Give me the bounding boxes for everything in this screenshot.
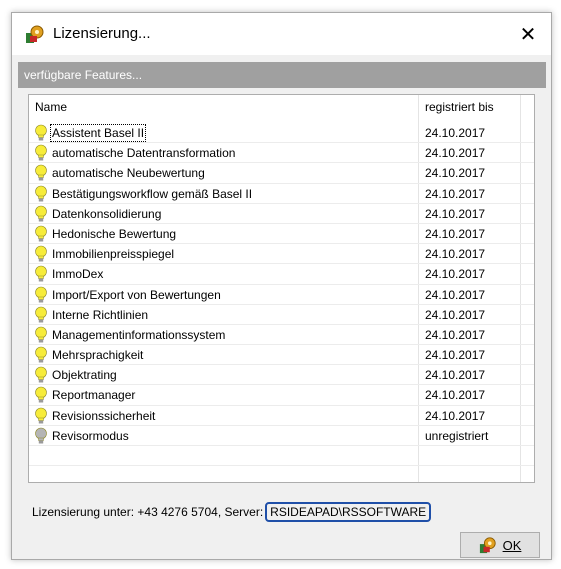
feature-name: automatische Datentransformation bbox=[52, 146, 236, 161]
lightbulb-icon bbox=[35, 407, 47, 424]
registered-until: 24.10.2017 bbox=[425, 307, 486, 322]
license-dialog: Lizensierung... ✕ verfügbare Features...… bbox=[11, 12, 552, 560]
lightbulb-icon bbox=[35, 225, 47, 242]
feature-name: automatische Neubewertung bbox=[52, 166, 205, 181]
feature-row[interactable]: automatische Datentransformation 24.10.20… bbox=[29, 143, 534, 164]
feature-row[interactable]: Reportmanager 24.10.2017 bbox=[29, 385, 534, 406]
feature-name: Managementinformationssystem bbox=[52, 327, 226, 342]
feature-name: Assistent Basel II bbox=[49, 124, 147, 142]
feature-name: Objektrating bbox=[52, 368, 117, 383]
feature-name: Hedonische Bewertung bbox=[52, 226, 177, 241]
lightbulb-icon bbox=[35, 387, 47, 403]
registered-until: 24.10.2017 bbox=[425, 348, 486, 363]
empty-row bbox=[29, 446, 534, 467]
license-contact-label: Lizensierung unter: +43 4276 5704, Serve… bbox=[32, 505, 264, 519]
registered-until: 24.10.2017 bbox=[425, 166, 486, 181]
registered-until: 24.10.2017 bbox=[425, 126, 486, 140]
feature-name: Revisormodus bbox=[52, 428, 129, 443]
lightbulb-icon bbox=[35, 165, 47, 181]
license-info: Lizensierung unter: +43 4276 5704, Serve… bbox=[32, 502, 432, 522]
feature-name: ImmoDex bbox=[52, 267, 104, 282]
registered-until: 24.10.2017 bbox=[425, 226, 486, 241]
feature-row[interactable]: Revisionssicherheit 24.10.2017 bbox=[29, 406, 534, 426]
lightbulb-icon bbox=[35, 124, 47, 141]
feature-row[interactable]: Datenkonsolidierung 24.10.2017 bbox=[29, 204, 534, 224]
feature-row[interactable]: Mehrsprachigkeit 24.10.2017 bbox=[29, 345, 534, 366]
gear-shield-icon bbox=[479, 537, 496, 554]
server-name: RSIDEAPAD\RSSOFTWARE bbox=[265, 502, 432, 522]
ok-button[interactable]: OK bbox=[460, 532, 540, 558]
title-bar[interactable]: Lizensierung... ✕ bbox=[12, 13, 551, 55]
feature-name: Bestätigungsworkflow gemäß Basel II bbox=[52, 186, 253, 201]
feature-row[interactable]: Revisormodus unregistriert bbox=[29, 426, 534, 446]
registered-until: 24.10.2017 bbox=[425, 146, 486, 161]
registered-until: 24.10.2017 bbox=[425, 327, 486, 342]
feature-row[interactable]: Managementinformationssystem 24.10.2017 bbox=[29, 325, 534, 346]
lightbulb-icon bbox=[35, 286, 47, 302]
feature-name: Mehrsprachigkeit bbox=[52, 348, 144, 363]
feature-name: Reportmanager bbox=[52, 388, 136, 403]
registered-until: 24.10.2017 bbox=[425, 408, 486, 423]
lightbulb-icon bbox=[35, 306, 47, 323]
feature-row[interactable]: Assistent Basel II 24.10.2017 bbox=[29, 123, 534, 144]
column-header-name[interactable]: Name bbox=[35, 100, 67, 114]
feature-name: Revisionssicherheit bbox=[52, 408, 156, 423]
feature-row[interactable]: Objektrating 24.10.2017 bbox=[29, 365, 534, 386]
feature-row[interactable]: automatische Neubewertung 24.10.2017 bbox=[29, 163, 534, 184]
lightbulb-icon bbox=[35, 427, 47, 444]
registered-until: 24.10.2017 bbox=[425, 206, 486, 221]
column-header-registered-until[interactable]: registriert bis bbox=[425, 100, 494, 114]
feature-name: Interne Richtlinien bbox=[52, 307, 149, 322]
lightbulb-icon bbox=[35, 144, 47, 161]
registered-until: 24.10.2017 bbox=[425, 287, 486, 302]
empty-row bbox=[29, 466, 534, 482]
lightbulb-icon bbox=[35, 366, 47, 383]
lightbulb-icon bbox=[35, 266, 47, 282]
registered-until: 24.10.2017 bbox=[425, 368, 486, 383]
feature-name: Import/Export von Bewertungen bbox=[52, 287, 221, 302]
feature-rows: Assistent Basel II 24.10.2017 automatische… bbox=[29, 123, 534, 482]
feature-row[interactable]: ImmoDex 24.10.2017 bbox=[29, 264, 534, 285]
feature-name: Datenkonsolidierung bbox=[52, 206, 162, 221]
feature-row[interactable]: Interne Richtlinien 24.10.2017 bbox=[29, 305, 534, 325]
lightbulb-icon bbox=[35, 326, 47, 343]
feature-row[interactable]: Hedonische Bewertung 24.10.2017 bbox=[29, 224, 534, 245]
gear-shield-icon bbox=[26, 25, 44, 43]
feature-row[interactable]: Bestätigungsworkflow gemäß Basel II 24.10… bbox=[29, 184, 534, 204]
registered-until: 24.10.2017 bbox=[425, 247, 486, 262]
feature-name: Immobilienpreisspiegel bbox=[52, 247, 175, 262]
features-banner: verfügbare Features... bbox=[18, 62, 546, 88]
registered-until: 24.10.2017 bbox=[425, 186, 486, 201]
lightbulb-icon bbox=[35, 245, 47, 262]
ok-button-label: OK bbox=[502, 537, 522, 553]
features-listview[interactable]: Name registriert bis Assistent Basel II 2… bbox=[28, 94, 535, 483]
registered-until: unregistriert bbox=[425, 428, 489, 443]
registered-until: 24.10.2017 bbox=[425, 267, 486, 282]
feature-row[interactable]: Immobilienpreisspiegel 24.10.2017 bbox=[29, 244, 534, 265]
feature-row[interactable]: Import/Export von Bewertungen 24.10.2017 bbox=[29, 285, 534, 305]
window-title: Lizensierung... bbox=[53, 25, 151, 42]
registered-until: 24.10.2017 bbox=[425, 388, 486, 403]
lightbulb-icon bbox=[35, 346, 47, 363]
lightbulb-icon bbox=[35, 185, 47, 202]
lightbulb-icon bbox=[35, 205, 47, 222]
list-header: Name registriert bis bbox=[29, 95, 534, 117]
close-button[interactable]: ✕ bbox=[505, 13, 551, 55]
